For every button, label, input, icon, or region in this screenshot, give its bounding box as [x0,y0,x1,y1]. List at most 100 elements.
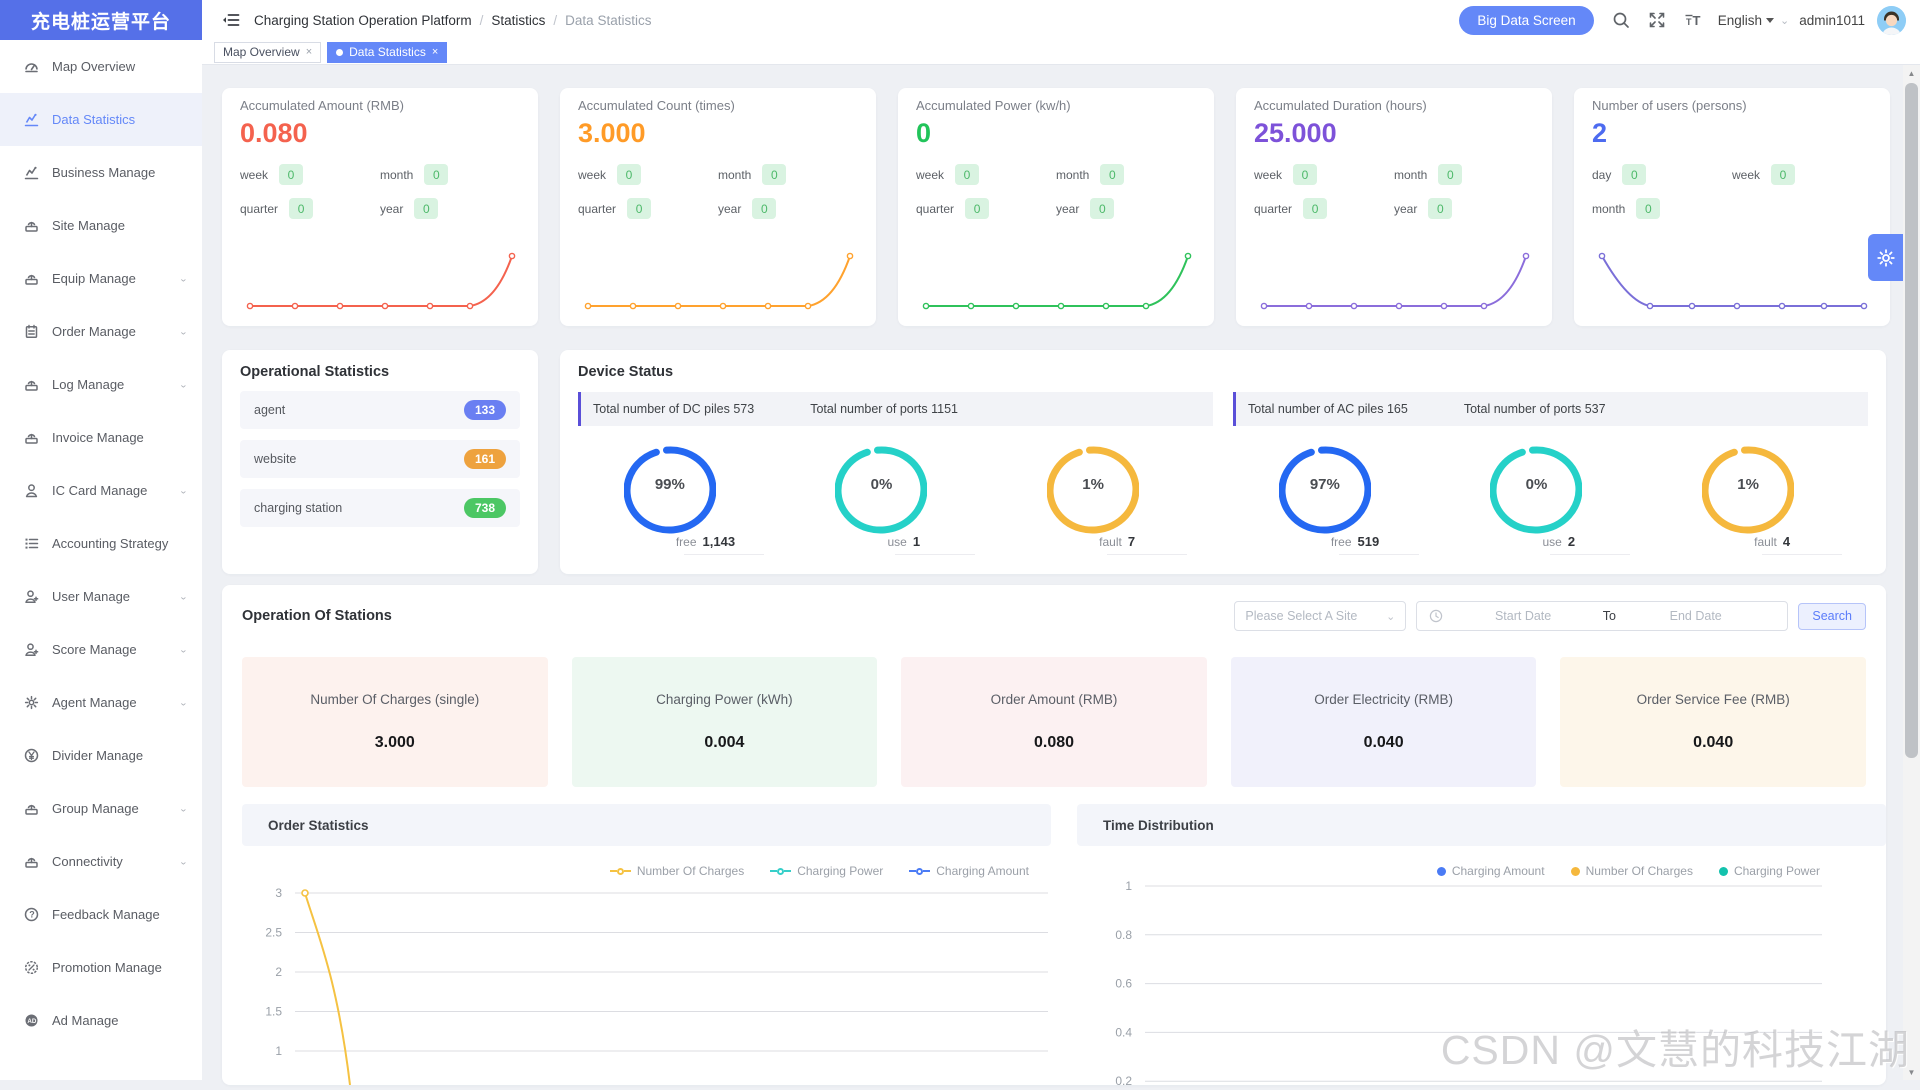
chevron-down-icon: ⌄ [179,644,188,654]
sidebar-item-agent-manage[interactable]: Agent Manage⌄ [0,676,202,729]
sidebar-item-ad-manage[interactable]: ADAd Manage [0,994,202,1047]
scroll-down-arrow[interactable]: ▼ [1903,1064,1920,1080]
stat-badge: week0 [1254,164,1394,185]
stat-badge: week0 [578,164,718,185]
avatar[interactable] [1877,6,1906,35]
sidebar-item-divider-manage[interactable]: Divider Manage [0,729,202,782]
top-header: Charging Station Operation Platform / Stat… [202,0,1920,40]
fullscreen-icon[interactable] [1648,11,1666,29]
donut-value: 1,143 [703,534,736,549]
font-size-icon[interactable]: T T [1684,11,1702,29]
stat-cards-row: Accumulated Amount (RMB)0.080week0month0… [222,88,1886,326]
stat-badge-label: week [1732,168,1760,182]
legend-item[interactable]: Charging Amount [1437,864,1545,878]
sidebar-item-label: Invoice Manage [52,430,188,445]
operational-row-label: agent [254,403,285,417]
tab-close-icon[interactable]: × [432,46,438,58]
sidebar-item-feedback-manage[interactable]: ?Feedback Manage [0,888,202,941]
stat-badge-value: 0 [1303,198,1327,219]
tab-data-statistics[interactable]: Data Statistics × [327,42,447,63]
scroll-up-arrow[interactable]: ▲ [1903,65,1920,81]
active-tab-dot-icon [336,49,343,56]
legend-item[interactable]: Number Of Charges [610,864,744,878]
metric-tile-title: Order Service Fee (RMB) [1637,692,1790,707]
legend-item[interactable]: Charging Power [770,864,883,878]
order-statistics-chart: 32.521.51 [242,879,1051,1085]
collapse-menu-icon[interactable] [222,12,240,28]
sidebar-item-data-statistics[interactable]: Data Statistics [0,93,202,146]
end-date-input[interactable]: End Date [1616,609,1775,623]
sidebar-item-log-manage[interactable]: Log Manage⌄ [0,358,202,411]
legend-label: Number Of Charges [637,864,744,878]
promo-icon [24,960,39,975]
sidebar-item-score-manage[interactable]: Score Manage⌄ [0,623,202,676]
stat-badge-label: year [1394,202,1417,216]
stat-badge-value: 0 [279,164,303,185]
stat-badge: week0 [1732,164,1872,185]
stat-badge: week0 [240,164,380,185]
svg-text:1: 1 [275,1044,282,1058]
sidebar-item-site-manage[interactable]: Site Manage [0,199,202,252]
person-plus-icon [24,589,39,604]
tab-map-overview[interactable]: Map Overview × [214,42,321,63]
sidebar-item-accounting-strategy[interactable]: Accounting Strategy [0,517,202,570]
metric-tile-title: Number Of Charges (single) [310,692,479,707]
station-icon [24,801,39,816]
stat-badge-value: 0 [762,164,786,185]
order-statistics-chart-block: Order Statistics Number Of Charges Chargi… [242,804,1051,1090]
sidebar-item-group-manage[interactable]: Group Manage⌄ [0,782,202,835]
tab-close-icon[interactable]: × [306,46,312,58]
tab-label: Map Overview [223,45,300,59]
username[interactable]: admin1011 [1799,13,1865,28]
breadcrumb-separator: / [553,13,557,28]
stat-card: Accumulated Power (kw/h)0week0month0quar… [898,88,1214,326]
stat-badge-value: 0 [965,198,989,219]
chart-banner: Order Statistics [242,804,1051,846]
start-date-input[interactable]: Start Date [1443,609,1602,623]
breadcrumb-item[interactable]: Statistics [491,13,545,28]
sidebar-item-order-manage[interactable]: Order Manage⌄ [0,305,202,358]
sidebar-item-business-manage[interactable]: Business Manage [0,146,202,199]
sidebar-item-label: Ad Manage [52,1013,188,1028]
svg-text:3: 3 [275,886,282,900]
quick-settings-button[interactable] [1868,234,1903,281]
donut-chart: 97%free519 [1279,442,1399,560]
panel-title: Device Status [578,364,1868,380]
sidebar-item-equip-manage[interactable]: Equip Manage⌄ [0,252,202,305]
search-button[interactable]: Search [1798,603,1866,630]
site-select[interactable]: Please Select A Site ⌄ [1234,601,1406,631]
donut-chart: 1%fault4 [1702,442,1822,560]
station-icon [24,430,39,445]
donut-label: fault4 [1754,534,1790,549]
metric-tile-value: 0.040 [1693,734,1733,752]
date-range-picker[interactable]: Start Date To End Date [1416,601,1788,631]
search-icon[interactable] [1612,11,1630,29]
donut-chart: 99%free1,143 [624,442,744,560]
stat-card-value: 2 [1592,118,1872,149]
sidebar-item-label: Divider Manage [52,748,188,763]
sidebar-item-label: Site Manage [52,218,188,233]
big-data-screen-button[interactable]: Big Data Screen [1459,6,1593,35]
chart-banner: Time Distribution [1077,804,1886,846]
sidebar-item-invoice-manage[interactable]: Invoice Manage [0,411,202,464]
person-icon [24,483,39,498]
donut-chart: 1%fault7 [1047,442,1167,560]
sidebar-item-connectivity[interactable]: Connectivity⌄ [0,835,202,888]
gear-icon [24,695,39,710]
legend-item[interactable]: Charging Power [1719,864,1820,878]
breadcrumb-item[interactable]: Charging Station Operation Platform [254,13,472,28]
stat-badge: month0 [1592,198,1732,219]
sidebar-item-ic-card-manage[interactable]: IC Card Manage⌄ [0,464,202,517]
legend-item[interactable]: Charging Amount [909,864,1029,878]
legend-item[interactable]: Number Of Charges [1571,864,1693,878]
scrollbar-thumb[interactable] [1905,83,1918,758]
language-selector[interactable]: English [1718,13,1774,28]
sidebar-item-user-manage[interactable]: User Manage⌄ [0,570,202,623]
stat-badge-value: 0 [1100,164,1124,185]
sidebar-item-map-overview[interactable]: Map Overview [0,40,202,93]
tab-label: Data Statistics [349,45,426,59]
scrollbar[interactable]: ▲ ▼ [1903,65,1920,1080]
sidebar-item-promotion-manage[interactable]: Promotion Manage [0,941,202,994]
svg-text:?: ? [29,910,35,920]
stat-badge: quarter0 [240,198,380,219]
